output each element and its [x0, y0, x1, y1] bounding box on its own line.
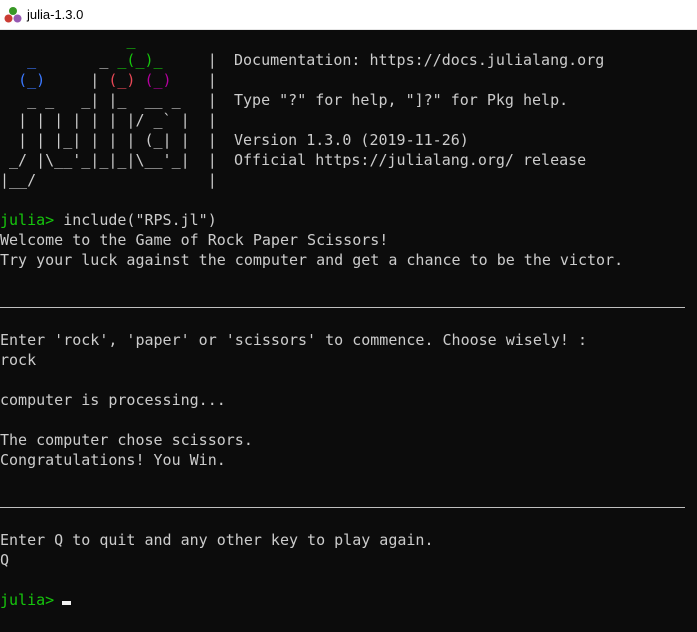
- terminal-console[interactable]: _ _ _ _(_)_ | (_) | (_) (_) | _ _ _| |_ …: [0, 30, 697, 632]
- welcome-line: Welcome to the Game of Rock Paper Scisso…: [0, 231, 389, 249]
- command-line: julia> include("RPS.jl"): [0, 210, 217, 230]
- window-title: julia-1.3.0: [27, 7, 84, 22]
- banner-help: Type "?" for help, "]?" for Pkg help.: [234, 91, 569, 109]
- text-cursor: [62, 601, 71, 605]
- command-text: include("RPS.jl"): [54, 211, 217, 229]
- user-quit-line: Q: [0, 551, 10, 569]
- result-line: Congratulations! You Win.: [0, 451, 226, 469]
- enter-choice-line: Enter 'rock', 'paper' or 'scissors' to c…: [0, 331, 587, 349]
- separator-line: [0, 507, 685, 508]
- banner-version: Version 1.3.0 (2019-11-26): [234, 131, 469, 149]
- title-bar[interactable]: julia-1.3.0: [0, 0, 697, 30]
- julia-logo-icon: [4, 7, 22, 23]
- computer-choice-line: The computer chose scissors.: [0, 431, 253, 449]
- tagline-line: Try your luck against the computer and g…: [0, 251, 624, 269]
- user-choice-line: rock: [0, 351, 37, 369]
- banner-official: Official https://julialang.org/ release: [234, 151, 587, 169]
- final-prompt-line[interactable]: julia>: [0, 590, 54, 610]
- processing-line: computer is processing...: [0, 391, 226, 409]
- terminal-window: julia-1.3.0 _ _ _ _(_)_ | (_) | (_) (_) …: [0, 0, 697, 632]
- julia-prompt: julia>: [0, 211, 55, 229]
- play-again-line: Enter Q to quit and any other key to pla…: [0, 531, 434, 549]
- julia-prompt: julia>: [0, 591, 55, 609]
- banner-documentation: Documentation: https://docs.julialang.or…: [234, 51, 605, 69]
- separator-line: [0, 307, 685, 308]
